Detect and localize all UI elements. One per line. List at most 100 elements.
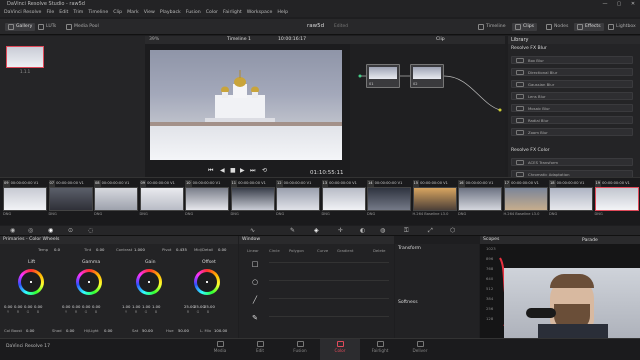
clip-thumbnail[interactable]: 10 00:00:00:00 V1 DNG (185, 180, 229, 220)
offset-values[interactable]: 25.00 25.00 25.00 (184, 304, 222, 309)
clip-thumbnail[interactable]: 09 00:00:00:00 V1 DNG (3, 180, 47, 220)
clip-thumbnail[interactable]: 19 00:00:00:00 V1 DNG (594, 180, 639, 220)
gradient-shape-button[interactable]: Gradient (337, 248, 354, 253)
close-button[interactable]: ✕ (626, 0, 640, 8)
gallery-still[interactable] (6, 46, 44, 68)
node-mode-select[interactable]: Clip (436, 37, 445, 42)
fx-chromatic-adaptation[interactable]: Chromatic Adaptation (511, 170, 633, 177)
hue-value[interactable]: 50.00 (178, 328, 189, 333)
lmix-value[interactable]: 100.00 (214, 328, 227, 333)
tracker-icon[interactable]: ✛ (338, 227, 343, 234)
gamma-wheel[interactable] (76, 269, 102, 295)
wheel-handle[interactable] (206, 281, 208, 283)
menu-timeline[interactable]: Timeline (88, 10, 108, 15)
clip-thumbnail[interactable]: 07 00:00:00:00 V1 DNG (48, 180, 93, 220)
curves-icon[interactable]: ∿ (250, 227, 255, 234)
clip-thumbnail[interactable]: 13 00:00:00:00 V1 DNG (321, 180, 366, 220)
maximize-button[interactable]: ▢ (612, 0, 626, 8)
luts-button[interactable]: LUTs (38, 23, 56, 31)
clip-thumbnail[interactable]: 15 00:00:00:00 V1 H.264 Baseline L3.0 (412, 180, 457, 220)
clip-thumbnail[interactable]: 18 00:00:00:00 V1 DNG (549, 180, 593, 220)
3d-icon[interactable]: ⬡ (450, 227, 455, 234)
color-match-icon[interactable]: ◎ (28, 227, 33, 234)
sizing-icon[interactable]: ⤢ (428, 227, 433, 235)
menu-fusion[interactable]: Fusion (186, 10, 201, 15)
menu-view[interactable]: View (144, 10, 155, 15)
camera-raw-icon[interactable]: ◉ (10, 227, 15, 234)
page-color[interactable]: Color (320, 341, 360, 353)
clip-thumbnail[interactable]: 14 00:00:00:00 V1 DNG (367, 180, 411, 220)
magic-mask-icon[interactable]: ◐ (360, 227, 365, 234)
wheel-handle[interactable] (148, 281, 150, 283)
window-tool-icon[interactable]: ◈ (314, 227, 319, 234)
menu-workspace[interactable]: Workspace (247, 10, 273, 15)
loop-icon[interactable]: ⟲ (262, 167, 267, 174)
page-media[interactable]: Media (200, 341, 240, 353)
qualifier-icon[interactable]: ✎ (290, 227, 295, 234)
middetail-value[interactable]: 0.00 (218, 247, 226, 252)
key-icon[interactable]: ⚿ (404, 227, 409, 235)
tint-value[interactable]: 0.00 (96, 247, 104, 252)
linear-shape-button[interactable]: Linear (247, 248, 259, 253)
gain-wheel[interactable] (136, 269, 162, 295)
color-wheels-icon[interactable]: ◉ (48, 227, 53, 234)
motion-effects-icon[interactable]: ◌ (88, 227, 93, 234)
clip-thumbnail[interactable]: 08 00:00:00:00 V1 DNG (94, 180, 138, 220)
skip-forward-icon[interactable]: ⏭ (250, 167, 255, 175)
fx-aces-transform[interactable]: ACES Transform (511, 158, 633, 166)
col-boost-value[interactable]: 0.00 (26, 328, 34, 333)
skip-back-icon[interactable]: ⏮ (208, 167, 213, 175)
menu-davinci[interactable]: DaVinci Resolve (4, 10, 41, 15)
menu-help[interactable]: Help (277, 10, 288, 15)
menu-trim[interactable]: Trim (73, 10, 83, 15)
curve-shape-button[interactable]: Curve (317, 248, 328, 253)
gallery-button[interactable]: Gallery (5, 23, 36, 31)
menu-playback[interactable]: Playback (160, 10, 181, 15)
menu-mark[interactable]: Mark (127, 10, 139, 15)
media-pool-button[interactable]: Media Pool (66, 23, 99, 31)
clip-thumbnail[interactable]: 17 00:00:00:00 V1 H.264 Baseline L3.0 (503, 180, 548, 220)
blur-tool-icon[interactable]: ◍ (380, 227, 385, 234)
page-deliver[interactable]: Deliver (400, 341, 440, 353)
rgb-mixer-icon[interactable]: ⊙ (68, 227, 73, 234)
clip-thumbnail[interactable]: 09 00:00:00:00 V1 DNG (139, 180, 184, 220)
polygon-shape-button[interactable]: Polygon (289, 248, 304, 253)
pen-window-icon[interactable]: ╱ (247, 294, 263, 306)
square-window-icon[interactable]: □ (247, 258, 263, 270)
hilight-value[interactable]: 0.00 (104, 328, 112, 333)
circle-window-icon[interactable]: ○ (247, 276, 263, 288)
minimize-button[interactable]: — (598, 0, 612, 8)
clip-thumbnail[interactable]: 12 00:00:00:00 V1 DNG (276, 180, 320, 220)
wheel-handle[interactable] (88, 281, 90, 283)
page-fusion[interactable]: Fusion (280, 341, 320, 353)
lift-values[interactable]: 0.00 0.00 0.00 0.00 (4, 304, 42, 309)
circle-shape-button[interactable]: Circle (269, 248, 280, 253)
gamma-values[interactable]: 0.00 0.00 0.00 0.00 (62, 304, 100, 309)
pivot-value[interactable]: 0.435 (176, 247, 187, 252)
menu-clip[interactable]: Clip (113, 10, 122, 15)
fx-directional-blur[interactable]: Directional Blur (511, 68, 633, 76)
offset-wheel[interactable] (194, 269, 220, 295)
gain-values[interactable]: 1.00 1.00 1.00 1.00 (122, 304, 160, 309)
effects-button[interactable]: Effects (574, 23, 604, 31)
menu-fairlight[interactable]: Fairlight (223, 10, 242, 15)
fx-radial-blur[interactable]: Radial Blur (511, 116, 633, 124)
lightbox-button[interactable]: Lightbox (608, 23, 636, 31)
stop-icon[interactable]: ■ (230, 167, 236, 174)
play-icon[interactable]: ▶ (240, 167, 245, 174)
timeline-name[interactable]: Timeline 1 (227, 37, 251, 42)
temp-value[interactable]: 0.0 (54, 247, 60, 252)
menu-color[interactable]: Color (206, 10, 218, 15)
fx-lens-blur[interactable]: Lens Blur (511, 92, 633, 100)
fx-zoom-blur[interactable]: Zoom Blur (511, 128, 633, 136)
menu-edit[interactable]: Edit (59, 10, 68, 15)
clip-thumbnail[interactable]: 11 00:00:00:00 V1 DNG (230, 180, 275, 220)
page-fairlight[interactable]: Fairlight (360, 341, 400, 353)
nodes-button[interactable]: Nodes (546, 23, 568, 31)
fx-box-blur[interactable]: Box Blur (511, 56, 633, 64)
sat-value[interactable]: 50.00 (142, 328, 153, 333)
curve-window-icon[interactable]: ✎ (247, 312, 263, 324)
clip-thumbnail[interactable]: 16 00:00:00:00 V1 DNG (458, 180, 502, 220)
scope-mode-select[interactable]: Parade (582, 238, 598, 243)
fx-mosaic-blur[interactable]: Mosaic Blur (511, 104, 633, 112)
